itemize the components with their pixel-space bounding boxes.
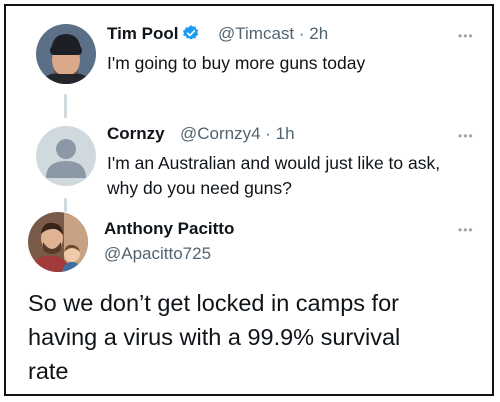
avatar-photo-icon: [36, 24, 96, 84]
tweet2-text-line2: why do you need guns?: [107, 178, 292, 198]
tweet3-text-line2: having a virus with a 99.9% survival: [28, 324, 401, 350]
tweet1-handle[interactable]: @Timcast: [218, 24, 294, 43]
tweet1-meta: @Timcast · 2h: [218, 24, 328, 44]
tweet-thread-frame: Tim Pool @Timcast · 2h ••• I'm going to …: [4, 4, 494, 396]
more-options-icon[interactable]: •••: [458, 29, 474, 43]
more-options-icon[interactable]: •••: [458, 223, 474, 237]
tweet2-meta: @Cornzy4 · 1h: [180, 124, 295, 144]
tweet2-handle[interactable]: @Cornzy4: [180, 124, 261, 143]
default-avatar-icon: [36, 126, 96, 186]
tweet2-time[interactable]: 1h: [276, 124, 295, 143]
more-options-icon[interactable]: •••: [458, 129, 474, 143]
tweet2-text-line1: I'm an Australian and would just like to…: [107, 153, 441, 173]
meta-separator: ·: [294, 24, 310, 43]
avatar-tim-pool[interactable]: [36, 24, 96, 84]
meta-separator: ·: [260, 124, 276, 143]
tweet3-display-name[interactable]: Anthony Pacitto: [104, 219, 234, 239]
tweet3-handle[interactable]: @Apacitto725: [104, 244, 211, 264]
avatar-cornzy[interactable]: [36, 126, 96, 186]
tweet2-display-name[interactable]: Cornzy: [107, 124, 165, 144]
avatar-anthony-pacitto[interactable]: [28, 212, 88, 272]
avatar-photo-icon: [28, 212, 88, 272]
verified-badge-icon: [183, 25, 199, 40]
tweet1-name-text[interactable]: Tim Pool: [107, 24, 178, 43]
thread-connector-2: [64, 198, 67, 212]
thread-connector-1: [64, 94, 67, 118]
tweet3-text-line1: So we don’t get locked in camps for: [28, 290, 399, 316]
tweet3-text-line3: rate: [28, 358, 69, 384]
tweet1-display-name[interactable]: Tim Pool: [107, 24, 200, 44]
tweet1-time[interactable]: 2h: [309, 24, 328, 43]
tweet1-text: I'm going to buy more guns today: [107, 53, 366, 73]
